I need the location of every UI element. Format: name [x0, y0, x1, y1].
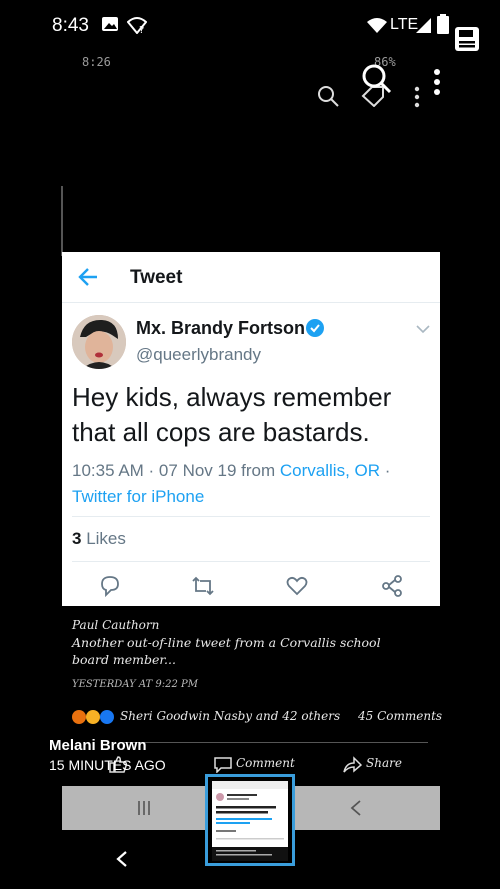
- meta-separator: ·: [380, 461, 391, 480]
- share-icon[interactable]: [380, 574, 404, 598]
- comments-count[interactable]: 45 Comments: [358, 709, 442, 723]
- more-icon[interactable]: [432, 68, 442, 96]
- thumbnail-preview: [212, 781, 288, 861]
- location-link[interactable]: Corvallis, OR: [280, 461, 380, 480]
- post-text: Another out-of-line tweet from a Corvall…: [72, 635, 381, 667]
- magnifier-icon[interactable]: [362, 64, 392, 94]
- commenter-name[interactable]: Melani Brown: [49, 737, 147, 754]
- chevron-down-icon[interactable]: [416, 324, 430, 334]
- author-name[interactable]: Mx. Brandy Fortson: [136, 318, 305, 339]
- share-arrow-icon[interactable]: [342, 755, 362, 773]
- search-icon[interactable]: [317, 85, 339, 107]
- back-icon[interactable]: [116, 850, 128, 868]
- save-icon[interactable]: [454, 26, 480, 52]
- tweet-text: Hey kids, always remember that all cops …: [72, 382, 392, 447]
- scroll-edge: [61, 186, 63, 256]
- reaction-emojis-icon: [72, 710, 114, 724]
- tweet-header: Tweet: [62, 252, 440, 303]
- retweet-icon[interactable]: [191, 574, 215, 598]
- tweet-meta: 10:35 AM · 07 Nov 19 from Corvallis, OR …: [72, 458, 434, 510]
- tweet-timestamp: 10:35 AM · 07 Nov 19 from: [72, 461, 280, 480]
- commenter-time: 15 MINUTES AGO: [49, 757, 166, 773]
- screenshot-thumbnail[interactable]: [205, 774, 295, 866]
- svg-text:?: ?: [139, 25, 144, 34]
- verified-badge-icon: [306, 319, 324, 337]
- tweet-card: Tweet Mx. Brandy Fortson @queerlybrandy …: [62, 252, 440, 606]
- share-button[interactable]: Share: [366, 756, 402, 770]
- more-icon-inner[interactable]: [413, 86, 421, 108]
- tweet-title: Tweet: [130, 267, 183, 288]
- post-time: YESTERDAY AT 9:22 PM: [72, 679, 198, 690]
- comment-icon[interactable]: [213, 755, 233, 773]
- image-icon: [102, 17, 118, 31]
- back-arrow-icon[interactable]: [78, 267, 98, 287]
- source-link[interactable]: Twitter for iPhone: [72, 487, 204, 506]
- poster-name[interactable]: Paul Cauthorn: [72, 618, 159, 632]
- recent-apps-icon[interactable]: [136, 800, 152, 816]
- nav-back-icon[interactable]: [350, 799, 362, 817]
- inner-status-time: 8:26: [82, 55, 111, 69]
- status-time: 8:43: [52, 15, 89, 36]
- likes-row[interactable]: 3 Likes: [72, 516, 430, 562]
- reply-icon[interactable]: [98, 574, 122, 598]
- like-heart-icon[interactable]: [285, 574, 309, 598]
- likes-label: Likes: [86, 529, 126, 548]
- divider: [120, 742, 428, 743]
- reactions-summary[interactable]: Sheri Goodwin Nasby and 42 others: [120, 709, 340, 723]
- comment-button[interactable]: Comment: [236, 756, 295, 770]
- likes-count: 3: [72, 529, 82, 548]
- wifi-question-icon: ?: [127, 17, 147, 34]
- battery-icon: [437, 14, 449, 34]
- status-bar: 8:43 ? LTE: [0, 0, 500, 52]
- signal-icon: [416, 18, 431, 33]
- wifi-icon: [367, 18, 387, 33]
- author-handle[interactable]: @queerlybrandy: [136, 345, 261, 365]
- avatar[interactable]: [72, 315, 126, 369]
- thumbnail-content-icon: [212, 781, 288, 861]
